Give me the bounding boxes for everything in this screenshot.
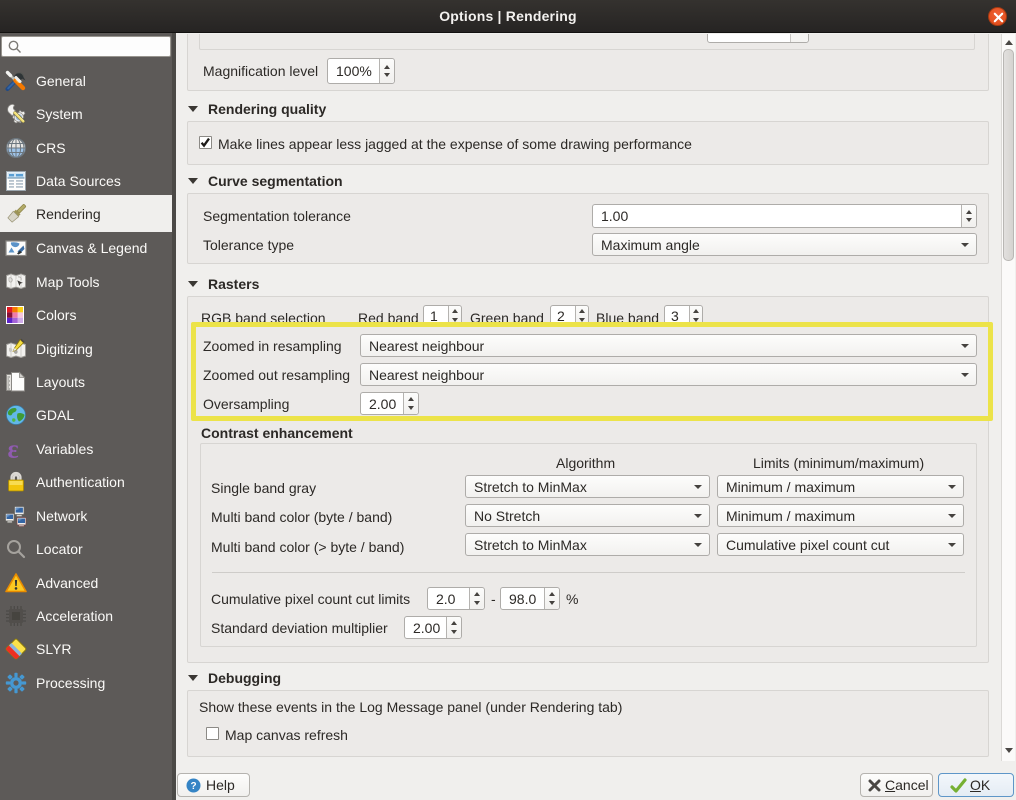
svg-text:?: ? xyxy=(190,781,196,792)
svg-text:ε: ε xyxy=(8,437,19,461)
